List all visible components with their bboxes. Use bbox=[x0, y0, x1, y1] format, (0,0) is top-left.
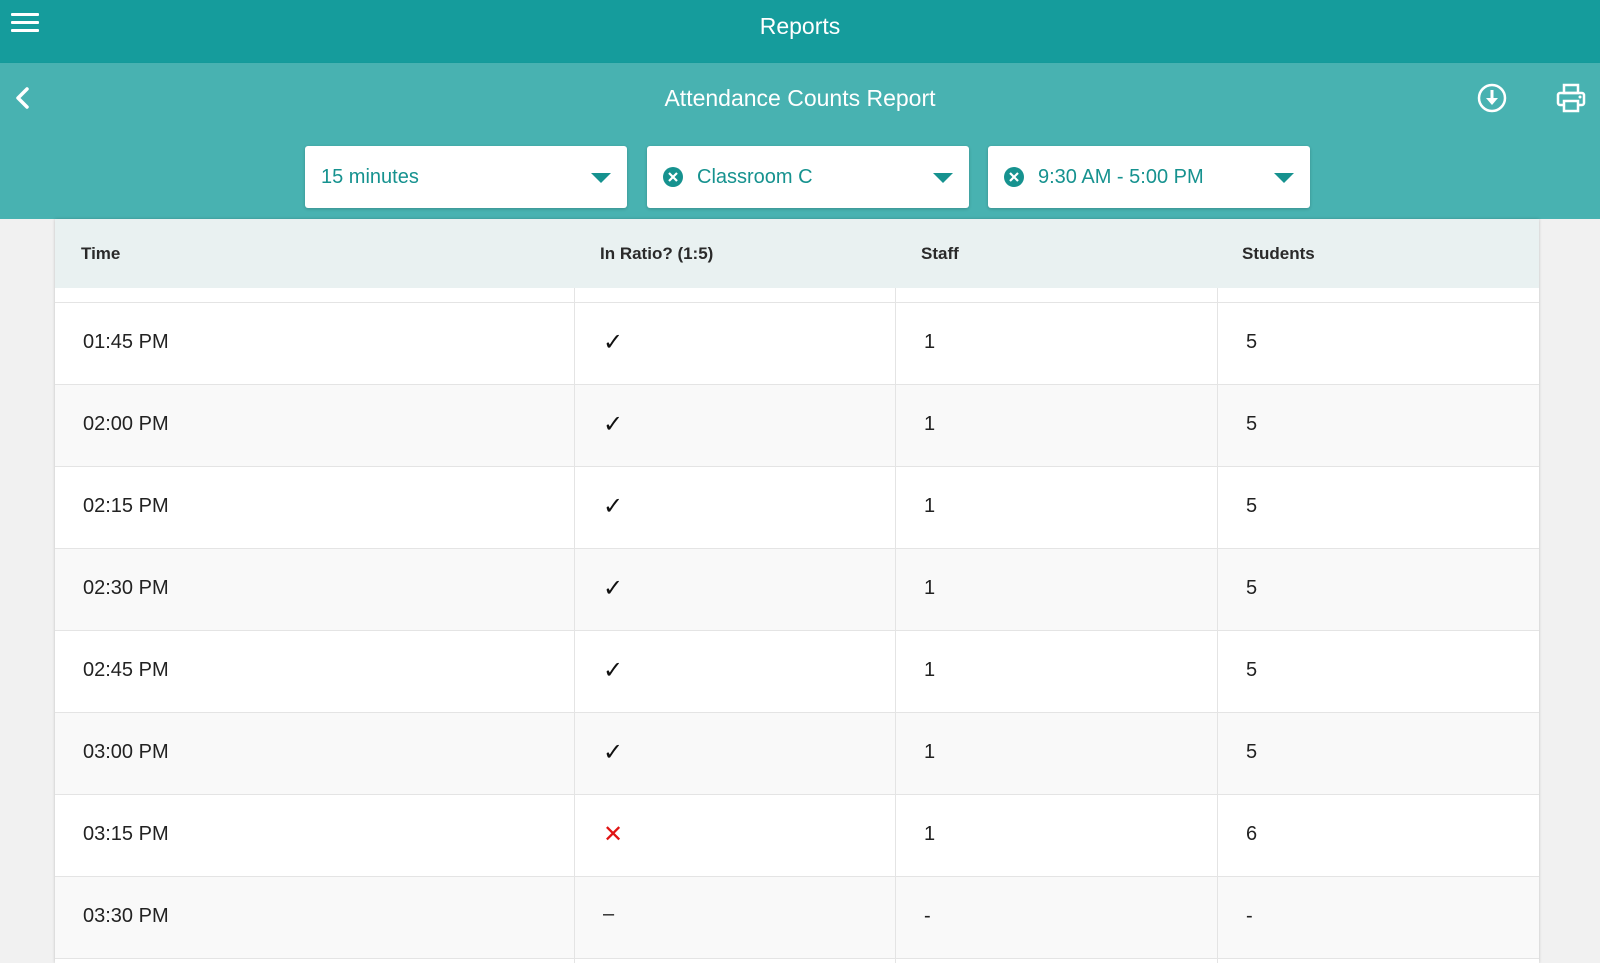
report-header: Attendance Counts Report bbox=[0, 63, 1600, 136]
table-row[interactable]: 03:15 PM ✕ 1 6 bbox=[55, 795, 1539, 877]
classroom-dropdown[interactable]: Classroom C bbox=[647, 146, 969, 208]
classroom-value: Classroom C bbox=[697, 166, 813, 188]
time-cell: 02:00 PM bbox=[83, 413, 169, 435]
staff-cell: 1 bbox=[924, 495, 936, 517]
time-cell: 02:30 PM bbox=[83, 577, 169, 599]
clear-icon[interactable] bbox=[1003, 166, 1025, 188]
checkmark-icon: ✓ bbox=[603, 411, 624, 438]
checkmark-icon: ✓ bbox=[603, 329, 624, 356]
students-cell: 5 bbox=[1246, 659, 1258, 681]
time-range-value: 9:30 AM - 5:00 PM bbox=[1038, 166, 1204, 188]
ratio-empty: – bbox=[603, 903, 615, 925]
table-row[interactable]: 02:45 PM ✓ 1 5 bbox=[55, 631, 1539, 713]
time-cell: 02:15 PM bbox=[83, 495, 169, 517]
table-body[interactable]: 01:45 PM ✓ 1 5 02:00 PM ✓ 1 5 02:15 PM ✓ 1 5 02:30 P… bbox=[55, 302, 1539, 959]
time-cell: 03:15 PM bbox=[83, 823, 169, 845]
time-range-dropdown[interactable]: 9:30 AM - 5:00 PM bbox=[988, 146, 1310, 208]
cross-icon: ✕ bbox=[603, 821, 624, 848]
students-cell: 5 bbox=[1246, 577, 1258, 599]
students-cell: 5 bbox=[1246, 331, 1258, 353]
students-cell: - bbox=[1246, 905, 1253, 927]
checkmark-icon: ✓ bbox=[603, 575, 624, 602]
checkmark-icon: ✓ bbox=[603, 493, 624, 520]
staff-cell: 1 bbox=[924, 659, 936, 681]
interval-value: 15 minutes bbox=[321, 166, 419, 188]
staff-cell: - bbox=[924, 905, 931, 927]
column-divider bbox=[895, 288, 896, 963]
table-row[interactable]: 03:00 PM ✓ 1 5 bbox=[55, 713, 1539, 795]
chevron-down-icon bbox=[933, 173, 953, 183]
table-row[interactable]: 03:30 PM – - - bbox=[55, 877, 1539, 959]
staff-cell: 1 bbox=[924, 413, 936, 435]
table-row[interactable]: 02:00 PM ✓ 1 5 bbox=[55, 385, 1539, 467]
students-cell: 6 bbox=[1246, 823, 1258, 845]
table-row[interactable]: 01:45 PM ✓ 1 5 bbox=[55, 302, 1539, 385]
table-header: Time In Ratio? (1:5) Staff Students bbox=[55, 219, 1539, 288]
staff-cell: 1 bbox=[924, 823, 936, 845]
time-cell: 02:45 PM bbox=[83, 659, 169, 681]
students-cell: 5 bbox=[1246, 413, 1258, 435]
column-header-staff[interactable]: Staff bbox=[921, 244, 959, 264]
filter-bar: 15 minutes Classroom C 9:30 AM - 5:00 PM bbox=[0, 136, 1600, 219]
time-cell: 01:45 PM bbox=[83, 331, 169, 353]
chevron-down-icon bbox=[591, 173, 611, 183]
report-title: Attendance Counts Report bbox=[664, 85, 936, 111]
chevron-down-icon bbox=[1274, 173, 1294, 183]
staff-cell: 1 bbox=[924, 577, 936, 599]
download-icon[interactable] bbox=[1476, 82, 1508, 114]
column-header-students[interactable]: Students bbox=[1242, 244, 1315, 264]
column-header-time[interactable]: Time bbox=[81, 244, 120, 264]
attendance-table: Time In Ratio? (1:5) Staff Students 01:4… bbox=[55, 219, 1539, 963]
column-header-in-ratio[interactable]: In Ratio? (1:5) bbox=[600, 244, 713, 264]
column-divider bbox=[1217, 288, 1218, 963]
app-title: Reports bbox=[759, 13, 841, 39]
staff-cell: 1 bbox=[924, 331, 936, 353]
clear-icon[interactable] bbox=[662, 166, 684, 188]
students-cell: 5 bbox=[1246, 741, 1258, 763]
app-header: Reports bbox=[0, 0, 1600, 63]
staff-cell: 1 bbox=[924, 741, 936, 763]
table-row[interactable]: 02:30 PM ✓ 1 5 bbox=[55, 549, 1539, 631]
table-row[interactable]: 02:15 PM ✓ 1 5 bbox=[55, 467, 1539, 549]
print-icon[interactable] bbox=[1555, 82, 1587, 114]
column-divider bbox=[574, 288, 575, 963]
students-cell: 5 bbox=[1246, 495, 1258, 517]
interval-dropdown[interactable]: 15 minutes bbox=[305, 146, 627, 208]
time-cell: 03:00 PM bbox=[83, 741, 169, 763]
checkmark-icon: ✓ bbox=[603, 739, 624, 766]
time-cell: 03:30 PM bbox=[83, 905, 169, 927]
checkmark-icon: ✓ bbox=[603, 657, 624, 684]
